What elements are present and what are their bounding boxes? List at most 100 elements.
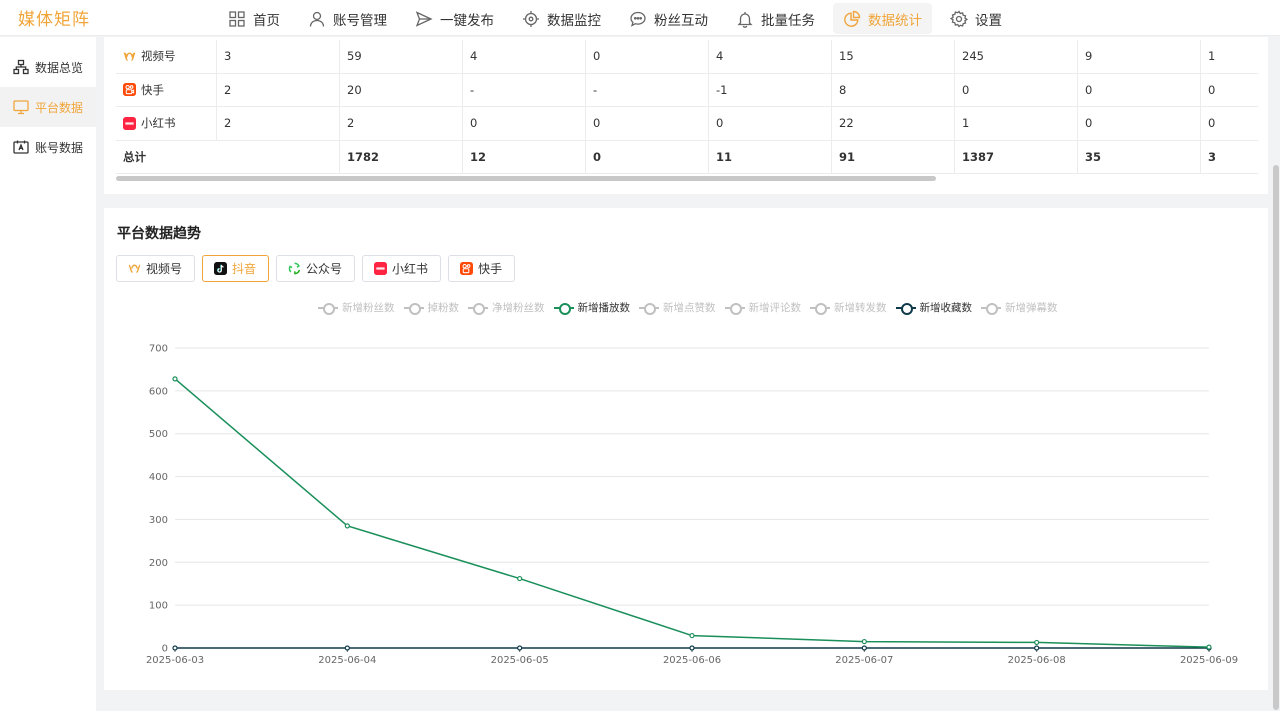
data-point [1034, 645, 1040, 651]
table-cell: 0 [463, 107, 586, 140]
x-tick-label: 2025-06-07 [835, 655, 893, 666]
data-point [172, 645, 178, 651]
table-cell: 8 [832, 73, 955, 106]
nav-item-fans[interactable]: 粉丝互动 [619, 3, 718, 34]
table-cell: 0 [1208, 116, 1216, 131]
nav-label: 批量任务 [761, 12, 815, 29]
y-tick-label: 100 [149, 601, 168, 612]
pie-chart-icon [844, 10, 861, 27]
table-row: 视频号 3 59 4 0 4 15 245 9 1 [116, 40, 1258, 74]
nav-label: 数据监控 [547, 12, 601, 29]
table-row: 快手 2 20 - - -1 8 0 0 0 [116, 73, 1258, 107]
nav-label: 账号管理 [333, 12, 387, 29]
x-tick-label: 2025-06-09 [1180, 655, 1238, 666]
table-cell: - [586, 73, 709, 106]
table-cell: 2 [340, 107, 463, 140]
trend-chart-card: 平台数据趋势 视频号 抖音 公众号 小红书 快手 新增粉丝数 掉粉数 净增粉丝数… [104, 208, 1268, 690]
send-icon [415, 10, 433, 27]
sidebar-item-label: 数据总览 [35, 60, 84, 75]
nav-label: 首页 [253, 12, 280, 29]
table-cell: 1 [1208, 49, 1216, 64]
table-cell: 22 [832, 107, 955, 140]
nav-label: 数据统计 [868, 12, 922, 29]
data-point [1206, 644, 1212, 650]
table-cell: 0 [586, 107, 709, 140]
table-cell: 4 [709, 40, 832, 73]
table-cell: 0 [586, 140, 709, 173]
chat-icon [630, 11, 646, 27]
platform-name: 小红书 [141, 116, 176, 131]
data-point [172, 376, 178, 382]
platform-name: 快手 [141, 82, 164, 97]
table-cell: 15 [832, 40, 955, 73]
x-tick-label: 2025-06-04 [318, 655, 376, 666]
table-cell: 9 [1078, 40, 1201, 73]
y-tick-label: 200 [149, 558, 168, 569]
nav-label: 一键发布 [440, 12, 494, 29]
table-cell: 3 [1208, 149, 1217, 164]
table-cell: 11 [709, 140, 832, 173]
y-tick-label: 600 [149, 386, 168, 397]
sidebar: 数据总览 平台数据 账号数据 [0, 37, 96, 711]
table-horizontal-scrollbar[interactable] [116, 176, 936, 181]
trend-line-chart: 0 100 200 300 400 500 600 700 2025-06-03 2025-06-… [146, 344, 1238, 667]
table-cell: 3 [217, 40, 340, 73]
top-bar: 媒体矩阵 首页 账号管理 一键发布 数据监控 粉丝互动 批量任务 数据统计 设置 [0, 0, 1280, 36]
page-scrollbar-thumb[interactable] [1273, 165, 1279, 710]
x-tick-label: 2025-06-05 [491, 655, 549, 666]
nav-item-batch[interactable]: 批量任务 [726, 3, 825, 34]
platform-name: 视频号 [141, 49, 176, 64]
series-line-new-plays [174, 378, 1210, 648]
sidebar-item-label: 账号数据 [35, 140, 84, 155]
data-point [517, 645, 523, 651]
app-logo[interactable]: 媒体矩阵 [18, 5, 90, 30]
nav-item-monitor[interactable]: 数据监控 [512, 3, 611, 34]
y-tick-label: 400 [149, 472, 168, 483]
sidebar-item-platform-data[interactable]: 平台数据 [0, 87, 96, 127]
x-tick-label: 2025-06-08 [1008, 655, 1066, 666]
xiaohongshu-icon [123, 116, 136, 130]
data-point [689, 645, 695, 651]
hierarchy-icon [13, 59, 29, 75]
table-cell-total-label: 总计 [116, 140, 340, 173]
table-cell: 1387 [955, 140, 1078, 173]
table-cell: 1782 [340, 140, 463, 173]
y-tick-label: 700 [149, 344, 168, 355]
table-cell: 2 [217, 73, 340, 106]
data-point [344, 645, 350, 651]
table-cell: 0 [1208, 82, 1216, 97]
user-icon [309, 11, 325, 27]
crosshair-icon [523, 10, 539, 27]
table-cell: 1 [955, 107, 1078, 140]
id-card-icon [13, 140, 29, 154]
data-point [861, 638, 867, 645]
table-cell-platform: 小红书 [116, 107, 217, 140]
nav-item-home[interactable]: 首页 [218, 3, 290, 34]
table-row: 小红书 2 2 0 0 0 22 1 0 0 [116, 107, 1258, 141]
table-cell: 35 [1078, 140, 1201, 173]
table-cell: 20 [340, 73, 463, 106]
grid-icon [229, 10, 245, 27]
kuaishou-icon [123, 83, 136, 97]
nav-item-settings[interactable]: 设置 [940, 3, 1012, 34]
nav-label: 设置 [975, 12, 1002, 29]
sidebar-item-account-data[interactable]: 账号数据 [0, 127, 96, 167]
y-tick-label: 0 [162, 644, 168, 655]
nav-item-accounts[interactable]: 账号管理 [298, 3, 397, 34]
table-cell: - [463, 73, 586, 106]
table-cell: 0 [586, 40, 709, 73]
x-tick-label: 2025-06-06 [663, 655, 721, 666]
table-cell: 0 [1078, 107, 1201, 140]
platform-table-card: 视频号 3 59 4 0 4 15 245 9 1 快手 2 20 - - -1… [104, 37, 1268, 194]
table-cell: 0 [1078, 73, 1201, 106]
nav-label: 粉丝互动 [654, 12, 708, 29]
main-nav: 首页 账号管理 一键发布 数据监控 粉丝互动 批量任务 数据统计 设置 [218, 3, 1020, 34]
nav-item-statistics[interactable]: 数据统计 [833, 3, 932, 34]
sidebar-item-overview[interactable]: 数据总览 [0, 47, 96, 87]
data-point [517, 575, 523, 582]
nav-item-publish[interactable]: 一键发布 [405, 3, 504, 34]
table-cell: 2 [217, 107, 340, 140]
table-total-row: 总计 1782 12 0 11 91 1387 35 3 [116, 140, 1258, 174]
data-point [344, 523, 350, 529]
y-tick-label: 500 [149, 429, 168, 440]
